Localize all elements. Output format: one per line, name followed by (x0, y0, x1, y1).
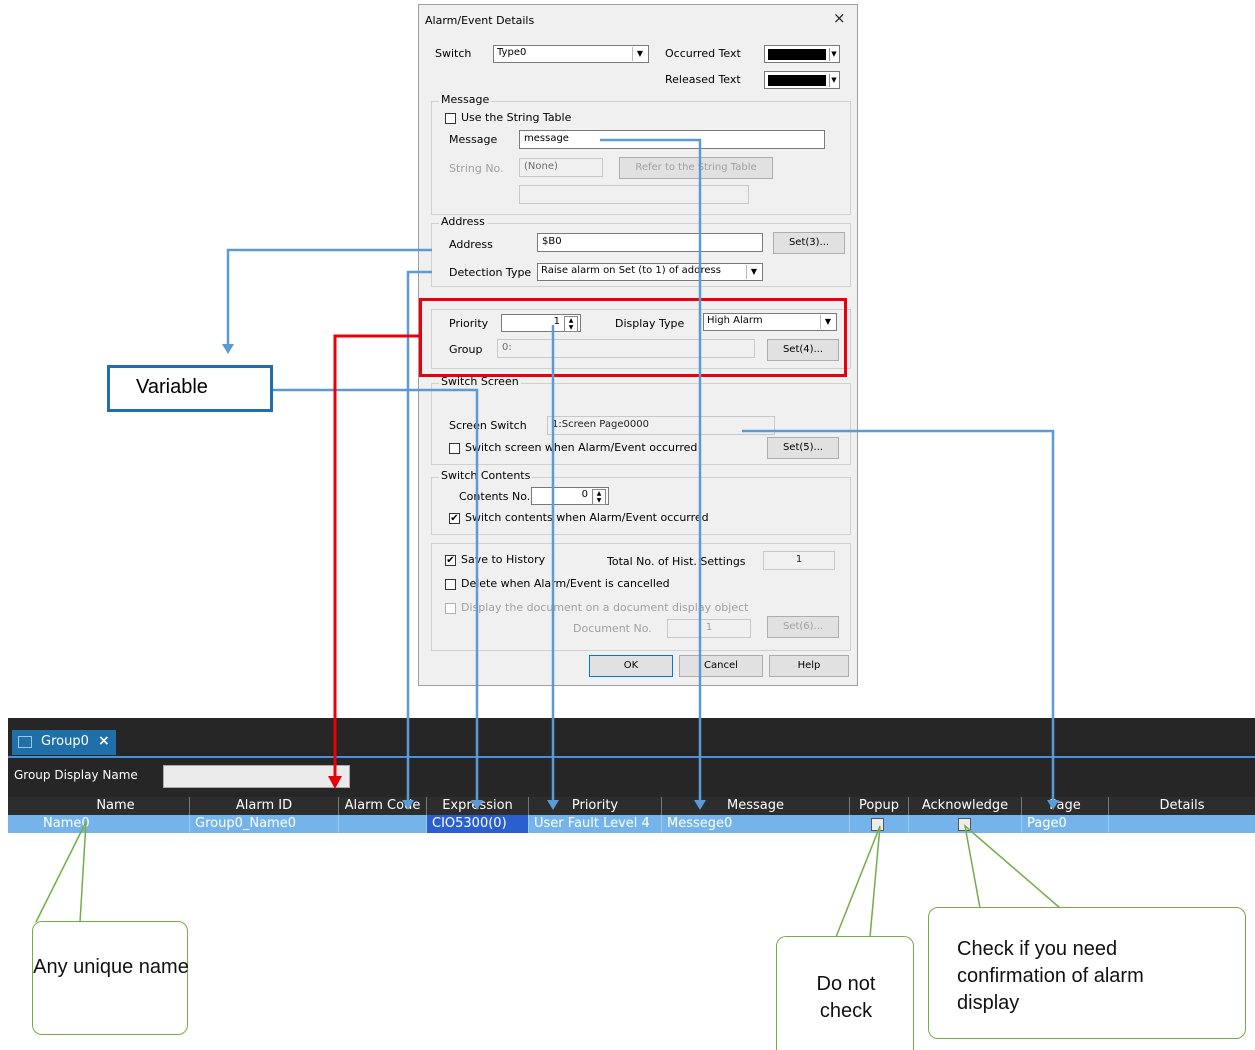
do-not-check-callout: Do not check (776, 936, 914, 1050)
callout-pointers (35, 821, 1061, 938)
acknowledge-text: Check if you need confirmation of alarm … (957, 938, 1144, 1014)
unique-name-text: Any unique name (33, 956, 189, 978)
do-not-check-text: Do not check (816, 973, 876, 1022)
unique-name-callout: Any unique name (32, 921, 189, 1035)
acknowledge-pointer (963, 824, 1061, 909)
unique-name-pointer (35, 821, 87, 923)
do-not-check-pointer (835, 825, 881, 938)
acknowledge-callout: Check if you need confirmation of alarm … (928, 907, 1246, 1039)
